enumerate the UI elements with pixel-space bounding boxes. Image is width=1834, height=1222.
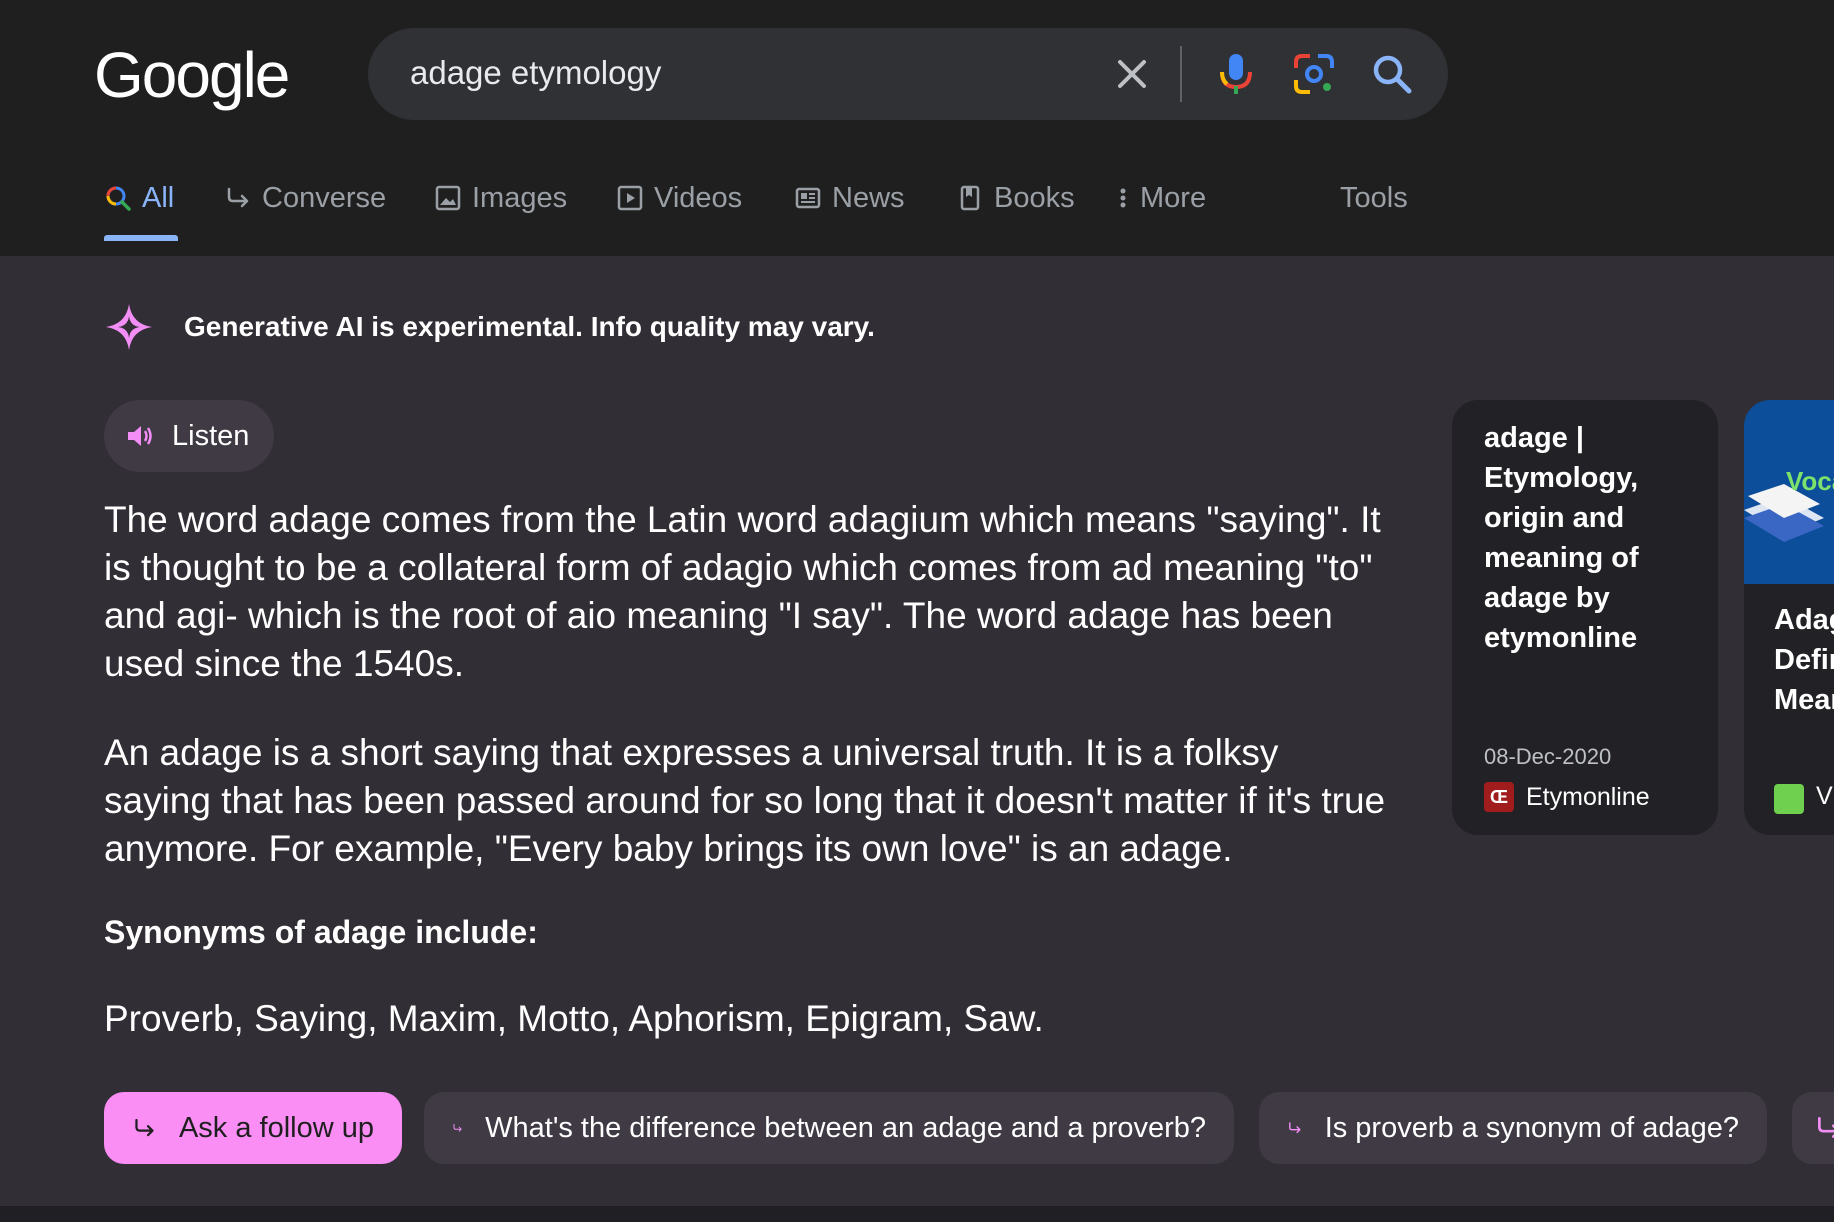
etymonline-favicon-icon: Œ [1484, 782, 1514, 812]
tab-label: Converse [262, 181, 387, 214]
header: Google adage etymology All Converse Imag… [0, 0, 1834, 256]
lens-icon[interactable] [1288, 48, 1340, 100]
source-card-title[interactable]: Adag Defin Mean [1774, 600, 1834, 720]
listen-label: Listen [172, 419, 250, 452]
search-divider [1180, 46, 1182, 102]
follow-up-arrow-icon [1818, 1117, 1834, 1138]
tab-news[interactable]: News [794, 170, 905, 226]
source-card-date: 08-Dec-2020 [1484, 744, 1612, 769]
thumbnail-text: Voca [1786, 466, 1834, 496]
tab-images[interactable]: Images [434, 170, 567, 226]
tab-label: All [142, 181, 175, 214]
tab-label: Books [994, 181, 1075, 214]
tab-label: More [1140, 181, 1207, 214]
source-card[interactable]: adage | Etymology, origin and meaning of… [1452, 400, 1718, 835]
google-logo[interactable]: Google [94, 38, 290, 112]
follow-up-arrow-icon [453, 1123, 462, 1132]
ai-sparkle-icon [106, 304, 152, 350]
tab-label: Images [472, 181, 568, 214]
tools-button[interactable]: Tools [1340, 170, 1408, 226]
search-box[interactable]: adage etymology [368, 28, 1448, 120]
microphone-icon[interactable] [1210, 48, 1262, 100]
source-card-site: Œ Etymonline [1484, 782, 1650, 812]
listen-button[interactable]: Listen [104, 400, 274, 472]
play-icon [617, 185, 643, 211]
clear-icon[interactable] [1108, 50, 1156, 98]
ai-notice: Generative AI is experimental. Info qual… [104, 302, 875, 352]
tab-converse[interactable]: Converse [224, 170, 386, 226]
source-thumbnail: Voca [1744, 400, 1834, 584]
suggested-question-chip[interactable]: Is proverb a synonym of adage? [1259, 1092, 1767, 1164]
more-vertical-icon [1120, 188, 1126, 208]
chip-label: Ask a follow up [178, 1111, 374, 1144]
tab-more[interactable]: More [1116, 170, 1206, 226]
tab-books[interactable]: Books [956, 170, 1075, 226]
follow-up-arrow-icon [135, 1118, 154, 1137]
search-input[interactable]: adage etymology [410, 54, 661, 92]
source-site-name: Etymonline [1526, 782, 1650, 811]
tools-label: Tools [1340, 181, 1408, 214]
synonyms-heading: Synonyms of adage include: [104, 914, 538, 950]
suggested-question-chip[interactable]: What's the difference between an adage a… [424, 1092, 1234, 1164]
search-icon[interactable] [1366, 48, 1418, 100]
book-icon [960, 185, 980, 211]
tab-all[interactable]: All [104, 170, 178, 241]
active-tab-indicator [104, 235, 178, 241]
newspaper-icon [795, 187, 821, 209]
source-site-name: V [1816, 782, 1833, 810]
synonyms-list: Proverb, Saying, Maxim, Motto, Aphorism,… [104, 998, 1044, 1039]
checkmark-favicon-icon [1774, 784, 1804, 814]
search-multicolor-icon [106, 186, 131, 211]
follow-up-arrow-icon [1289, 1122, 1301, 1134]
ai-notice-text: Generative AI is experimental. Info qual… [184, 311, 875, 342]
source-card-title[interactable]: adage | Etymology, origin and meaning of… [1484, 418, 1704, 658]
ask-follow-up-button[interactable]: Ask a follow up [104, 1092, 402, 1164]
image-icon [435, 185, 461, 211]
tab-videos[interactable]: Videos [616, 170, 742, 226]
follow-up-arrow-icon [227, 187, 249, 208]
ai-paragraph-2: An adage is a short saying that expresse… [104, 732, 1386, 869]
chip-label: Is proverb a synonym of adage? [1324, 1111, 1739, 1144]
ai-paragraph-1: The word adage comes from the Latin word… [104, 499, 1381, 684]
chip-label: What's the difference between an adage a… [485, 1111, 1206, 1144]
suggested-question-chip-partial[interactable] [1792, 1092, 1834, 1164]
tab-label: Videos [654, 181, 743, 214]
tab-label: News [832, 181, 905, 214]
source-card-partial[interactable]: Voca Adag Defin Mean V [1744, 400, 1834, 835]
speaker-icon [128, 426, 152, 446]
